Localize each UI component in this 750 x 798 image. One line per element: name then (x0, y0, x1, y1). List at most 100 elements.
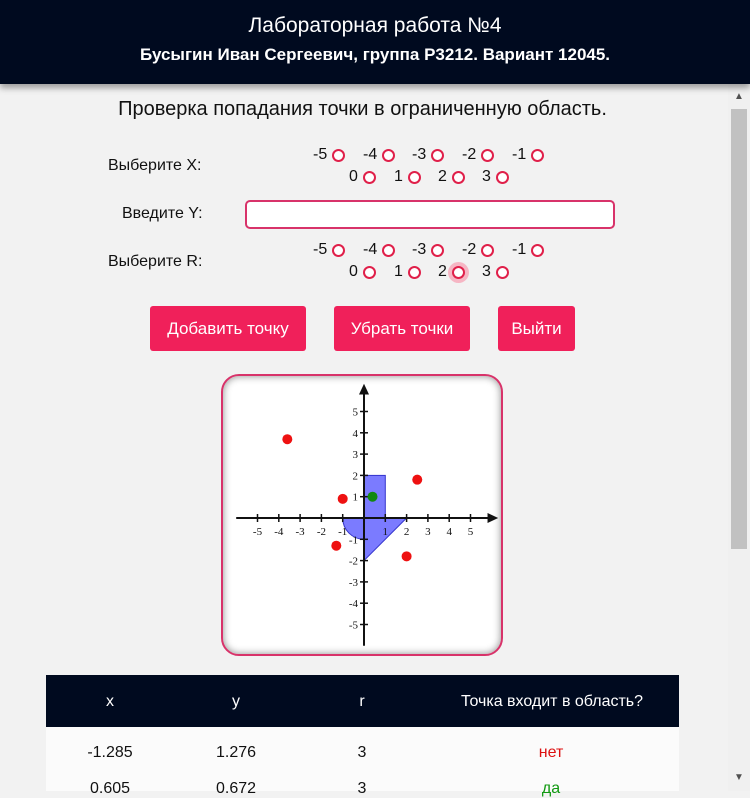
y-tick-label: -3 (349, 577, 359, 589)
scroll-down-icon[interactable]: ▼ (728, 769, 750, 787)
r-option-label: 0 (349, 263, 358, 280)
r-option-label: 1 (394, 263, 403, 280)
y-input[interactable] (245, 200, 615, 229)
x-option-label: -3 (412, 146, 427, 163)
table-cell-x: 0.605 (89, 780, 131, 797)
r-option-label: -1 (512, 241, 527, 258)
form-question: Проверка попадания точки в ограниченную … (118, 98, 607, 120)
r-option--4[interactable]: -4 (363, 241, 396, 259)
r-option-label: -2 (462, 241, 477, 258)
table-cell-r: 3 (357, 780, 367, 797)
x-option-3[interactable]: 3 (482, 168, 509, 186)
x-radio-button[interactable] (362, 170, 376, 184)
page-title: Лабораторная работа №4 (248, 14, 502, 37)
x-tick-label: -2 (317, 526, 326, 538)
table-cell-x: -1.285 (87, 744, 133, 761)
y-tick-label: 3 (353, 449, 359, 461)
r-option--1[interactable]: -1 (512, 241, 545, 259)
y-tick-label: 2 (353, 470, 359, 482)
x-option-label: 0 (349, 168, 358, 185)
coordinate-plot[interactable]: -5 -4 -3 -2 -1 1 2 3 4 5 5 4 3 2 1 -1 -2 -3 -4 -5 (223, 376, 501, 654)
r-option--3[interactable]: -3 (412, 241, 445, 259)
y-tick-label: -5 (349, 620, 359, 632)
scroll-up-icon[interactable]: ▲ (728, 88, 750, 106)
y-tick-label: -1 (349, 534, 358, 546)
x-option-2[interactable]: 2 (438, 168, 465, 186)
y-tick-label: -4 (349, 598, 359, 610)
r-option-2[interactable]: 2 (438, 263, 465, 281)
r-radio-button[interactable] (407, 265, 421, 279)
x-radio-button[interactable] (531, 148, 545, 162)
column-header-r: r (359, 693, 365, 710)
x-axis-arrow-icon (487, 513, 499, 523)
table-cell-result: да (541, 780, 561, 797)
y-tick-label: 4 (353, 428, 359, 440)
scrollbar-thumb[interactable] (731, 109, 747, 549)
r-radio-button[interactable] (481, 243, 495, 257)
r-option-3[interactable]: 3 (482, 263, 509, 281)
clear-points-button[interactable]: Убрать точки (334, 306, 470, 351)
x-option--5[interactable]: -5 (313, 146, 346, 164)
graph-canvas[interactable]: -5 -4 -3 -2 -1 1 2 3 4 5 5 4 3 2 1 -1 -2 -3 -4 -5 (221, 374, 503, 656)
x-option-label: -5 (313, 146, 328, 163)
x-option-label: -4 (363, 146, 378, 163)
plot-point (282, 434, 293, 445)
x-tick-label: 2 (404, 526, 410, 538)
x-tick-label: 4 (446, 526, 452, 538)
x-radio-button[interactable] (407, 170, 421, 184)
r-label: Выберите R: (108, 253, 203, 270)
y-label: Введите Y: (122, 205, 203, 222)
r-option-label: 3 (482, 263, 491, 280)
r-option-label: 2 (438, 263, 447, 280)
x-radio-button[interactable] (382, 148, 396, 162)
y-tick-label: 5 (353, 407, 359, 419)
page-header: Лабораторная работа №4 Бусыгин Иван Серг… (0, 0, 750, 84)
table-cell-y: 0.672 (215, 780, 257, 797)
x-radio-button[interactable] (451, 170, 465, 184)
r-option-label: -5 (313, 241, 328, 258)
x-option-0[interactable]: 0 (349, 168, 376, 186)
table-cell-y: 1.276 (215, 744, 257, 761)
results-table-body: -1.285 1.276 3 нет 0.605 0.672 3 да (46, 727, 679, 797)
add-point-button[interactable]: Добавить точку (150, 306, 306, 351)
results-table-header: x y r Точка входит в область? (46, 675, 679, 727)
x-option-label: 2 (438, 168, 447, 185)
x-radio-button[interactable] (481, 148, 495, 162)
r-radio-button[interactable] (531, 243, 545, 257)
r-radio-button[interactable] (362, 265, 376, 279)
r-option--2[interactable]: -2 (462, 241, 495, 259)
r-option-0[interactable]: 0 (349, 263, 376, 281)
r-radio-button[interactable] (431, 243, 445, 257)
exit-button[interactable]: Выйти (498, 306, 575, 351)
x-radio-button[interactable] (495, 170, 509, 184)
x-option-label: -2 (462, 146, 477, 163)
x-tick-label: 3 (425, 526, 431, 538)
region-triangle (363, 517, 408, 562)
plot-point (331, 540, 342, 551)
x-radio-button[interactable] (332, 148, 346, 162)
r-radio-button[interactable] (332, 243, 346, 257)
x-option--4[interactable]: -4 (363, 146, 396, 164)
x-option-1[interactable]: 1 (394, 168, 421, 186)
x-option-label: 1 (394, 168, 403, 185)
x-label: Выберите X: (108, 157, 202, 174)
r-option-label: -3 (412, 241, 427, 258)
x-tick-label: 1 (383, 526, 389, 538)
plot-point (412, 474, 423, 485)
r-radio-button[interactable] (451, 265, 465, 279)
r-radio-button[interactable] (495, 265, 509, 279)
y-tick-label: 1 (353, 492, 359, 504)
r-option--5[interactable]: -5 (313, 241, 346, 259)
x-option-label: -1 (512, 146, 527, 163)
r-option-1[interactable]: 1 (394, 263, 421, 281)
column-header-y: y (232, 693, 240, 710)
x-option--1[interactable]: -1 (512, 146, 545, 164)
x-option--2[interactable]: -2 (462, 146, 495, 164)
x-option--3[interactable]: -3 (412, 146, 445, 164)
plot-point (401, 551, 412, 562)
x-tick-label: 5 (468, 526, 474, 538)
y-tick-label: -2 (349, 556, 358, 568)
vertical-scrollbar[interactable]: ▲ ▼ (728, 84, 750, 791)
r-radio-button[interactable] (382, 243, 396, 257)
x-radio-button[interactable] (431, 148, 445, 162)
